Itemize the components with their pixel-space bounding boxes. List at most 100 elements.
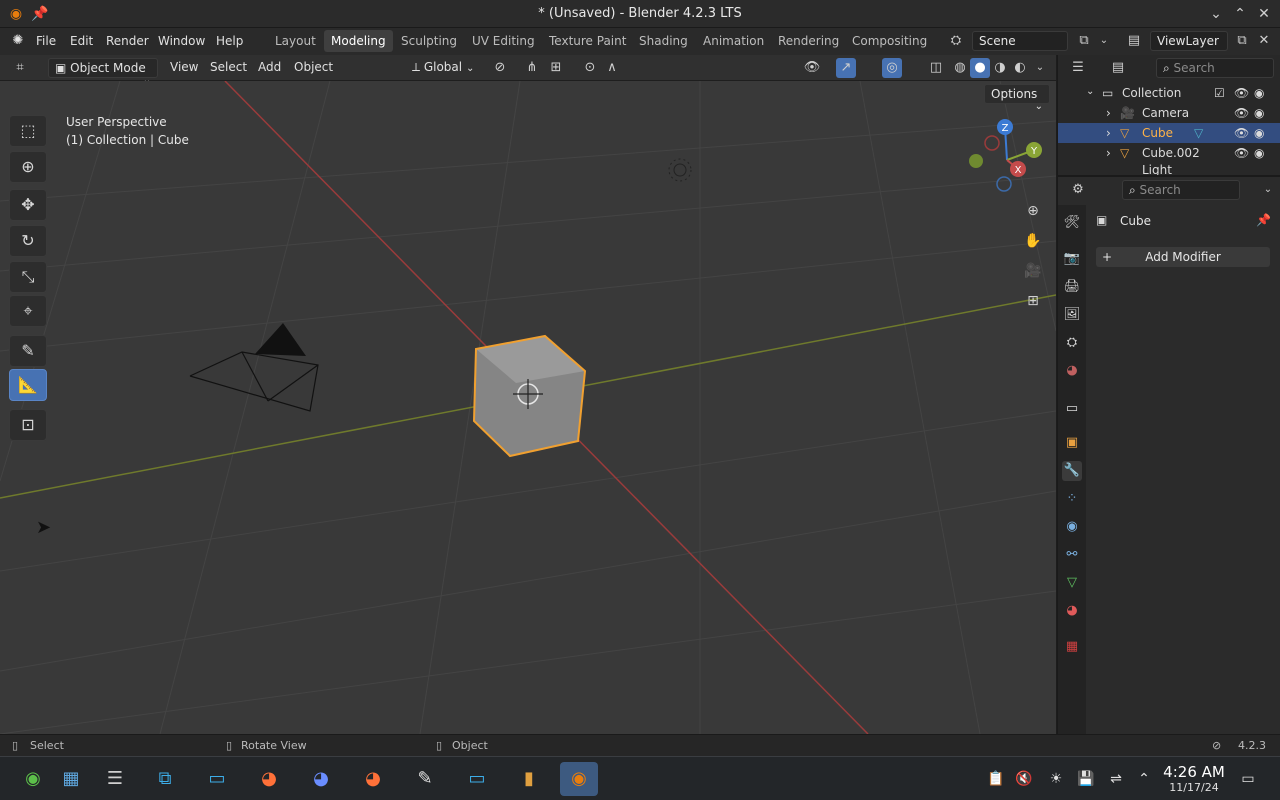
- scene-tab-icon[interactable]: ⛭: [1062, 333, 1082, 353]
- modifier-tab-icon[interactable]: 🔧: [1062, 461, 1082, 481]
- desktop-icon[interactable]: ▦: [52, 762, 90, 796]
- outliner-editor-icon[interactable]: ☰: [1068, 58, 1088, 78]
- eye-icon[interactable]: 👁: [1234, 146, 1249, 160]
- rendered-shading-icon[interactable]: ◐: [1010, 58, 1030, 78]
- object-tab-icon[interactable]: ▣: [1062, 433, 1082, 453]
- tab-layout[interactable]: Layout: [268, 30, 323, 52]
- scene-dropdown-icon[interactable]: ⌄: [1094, 31, 1114, 51]
- camera-render-icon[interactable]: ◉: [1254, 126, 1264, 140]
- wireframe-shading-icon[interactable]: ◍: [950, 58, 970, 78]
- add-cube-tool-icon[interactable]: ⊡: [9, 409, 47, 441]
- constraints-tab-icon[interactable]: ⚯: [1062, 545, 1082, 565]
- menu-help[interactable]: Help: [216, 34, 243, 48]
- transform-tool-icon[interactable]: ⌖: [9, 295, 47, 327]
- tab-texture-paint[interactable]: Texture Paint: [542, 30, 633, 52]
- eye-icon[interactable]: 👁: [1234, 106, 1249, 120]
- chevron-down-icon[interactable]: ⌄: [1258, 180, 1278, 200]
- annotate-tool-icon[interactable]: ✎: [9, 335, 47, 367]
- new-view-layer-icon[interactable]: ⧉: [1232, 31, 1252, 51]
- properties-editor-icon[interactable]: ⚙: [1068, 180, 1088, 200]
- minimize-icon[interactable]: ⌄: [1206, 4, 1226, 24]
- clock-time[interactable]: 4:26 AM: [1162, 763, 1226, 781]
- scale-tool-icon[interactable]: ⤡: [9, 261, 47, 293]
- checkbox-icon[interactable]: ☑: [1214, 86, 1225, 100]
- new-scene-icon[interactable]: ⧉: [1074, 31, 1094, 51]
- menu-render[interactable]: Render: [106, 34, 149, 48]
- firefox-icon[interactable]: ◕: [250, 762, 288, 796]
- camera-render-icon[interactable]: ◉: [1254, 106, 1264, 120]
- snap-icon[interactable]: ⋔: [522, 58, 542, 78]
- particles-tab-icon[interactable]: ⁘: [1062, 489, 1082, 509]
- close-icon[interactable]: ✕: [1254, 4, 1274, 24]
- visibility-icon[interactable]: 👁: [802, 58, 822, 78]
- network-icon[interactable]: ⇌: [1106, 769, 1126, 789]
- data-tab-icon[interactable]: ▽: [1062, 573, 1082, 593]
- zoom-icon[interactable]: ⊕: [1020, 198, 1046, 224]
- tab-modeling[interactable]: Modeling: [324, 30, 393, 52]
- solid-shading-icon[interactable]: ●: [970, 58, 990, 78]
- outliner-row-light[interactable]: Light: [1058, 163, 1280, 175]
- folder-icon[interactable]: ▭: [458, 762, 496, 796]
- menu-add[interactable]: Add: [252, 58, 287, 78]
- options-button[interactable]: Options ⌄: [984, 84, 1050, 112]
- system-settings-icon[interactable]: ☰: [96, 762, 134, 796]
- camera-render-icon[interactable]: ◉: [1254, 86, 1264, 100]
- select-box-tool-icon[interactable]: ⬚: [9, 115, 47, 147]
- menu-select[interactable]: Select: [204, 58, 253, 78]
- camera-render-icon[interactable]: ◉: [1254, 146, 1264, 160]
- volume-icon[interactable]: 🔇: [1014, 769, 1034, 789]
- add-modifier-button[interactable]: + Add Modifier: [1096, 247, 1270, 267]
- show-desktop-icon[interactable]: ▭: [1238, 769, 1258, 789]
- view-layer-icon[interactable]: ▤: [1124, 31, 1144, 51]
- maximize-icon[interactable]: ⌃: [1230, 4, 1250, 24]
- clipboard-icon[interactable]: 📋: [986, 769, 1006, 789]
- tab-sculpting[interactable]: Sculpting: [394, 30, 464, 52]
- blender-menu-icon[interactable]: ✺: [8, 31, 28, 51]
- outliner-search-input[interactable]: ⌕ Search: [1156, 58, 1274, 78]
- 3d-viewport[interactable]: User Perspective (1) Collection | Cube O…: [0, 81, 1056, 734]
- collection-tab-icon[interactable]: ▭: [1062, 399, 1082, 419]
- blender-taskbar-icon[interactable]: ◉: [560, 762, 598, 796]
- menu-view[interactable]: View: [164, 58, 204, 78]
- clock-date[interactable]: 11/17/24: [1162, 781, 1226, 794]
- menu-edit[interactable]: Edit: [70, 34, 93, 48]
- mode-selector[interactable]: ▣ Object Mode ⌄: [48, 58, 158, 86]
- render-tab-icon[interactable]: 📷: [1062, 249, 1082, 269]
- shading-options-icon[interactable]: ⌄: [1030, 58, 1050, 78]
- snap-target-icon[interactable]: ⊞: [546, 58, 566, 78]
- pan-hand-icon[interactable]: ✋: [1020, 228, 1046, 254]
- proportional-edit-icon[interactable]: ⊙: [580, 58, 600, 78]
- tab-rendering[interactable]: Rendering: [771, 30, 846, 52]
- properties-search-input[interactable]: ⌕ Search: [1122, 180, 1240, 200]
- menu-object[interactable]: Object: [288, 58, 339, 78]
- measure-tool-icon[interactable]: 📐: [9, 369, 47, 401]
- physics-tab-icon[interactable]: ◉: [1062, 517, 1082, 537]
- perspective-toggle-icon[interactable]: ⊞: [1020, 288, 1046, 314]
- material-shading-icon[interactable]: ◑: [990, 58, 1010, 78]
- storage-icon[interactable]: 💾: [1076, 769, 1096, 789]
- tab-uv-editing[interactable]: UV Editing: [465, 30, 542, 52]
- app-launcher-icon[interactable]: ◉: [14, 762, 52, 796]
- outliner-row-cube-002[interactable]: › ▽ Cube.002 👁 ◉: [1058, 143, 1280, 163]
- scene-icon[interactable]: ⛭: [946, 31, 966, 51]
- pin-icon[interactable]: 📌: [1256, 213, 1271, 227]
- firefox-dev-icon[interactable]: ◕: [302, 762, 340, 796]
- xray-icon[interactable]: ◫: [926, 58, 946, 78]
- view-layer-tab-icon[interactable]: 🖼: [1062, 305, 1082, 325]
- tray-expand-icon[interactable]: ⌃: [1134, 769, 1154, 789]
- tab-compositing[interactable]: Compositing: [845, 30, 934, 52]
- office-icon[interactable]: ▮: [510, 762, 548, 796]
- gizmo-toggle-icon[interactable]: ↗: [836, 58, 856, 78]
- scene-selector[interactable]: Scene: [972, 31, 1068, 51]
- text-editor-icon[interactable]: ✎: [406, 762, 444, 796]
- cursor-tool-icon[interactable]: ⊕: [9, 151, 47, 183]
- falloff-icon[interactable]: ∧: [602, 58, 622, 78]
- display-mode-icon[interactable]: ▤: [1108, 58, 1128, 78]
- tool-tab-icon[interactable]: 🛠: [1062, 213, 1082, 233]
- overlay-toggle-icon[interactable]: ◎: [882, 58, 902, 78]
- menu-file[interactable]: File: [36, 34, 56, 48]
- view-layer-selector[interactable]: ViewLayer: [1150, 31, 1228, 51]
- firefox-nightly-icon[interactable]: ◕: [354, 762, 392, 796]
- pivot-icon[interactable]: ⊘: [490, 58, 510, 78]
- transform-orientation-selector[interactable]: ⟂ Global ⌄: [406, 58, 482, 78]
